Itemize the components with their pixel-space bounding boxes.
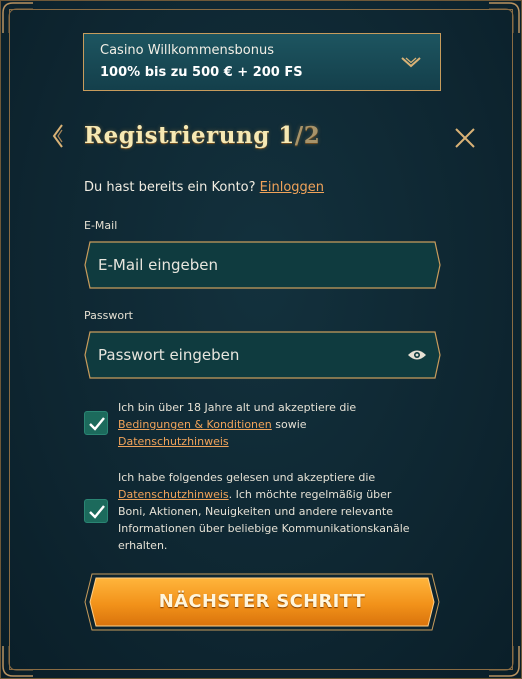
consent-marketing-text-before: Ich habe folgendes gelesen und akzeptier… xyxy=(118,471,376,484)
checkmark-icon xyxy=(89,417,105,431)
consent-age-text-mid: sowie xyxy=(271,418,307,431)
registration-modal: Casino Willkommensbonus 100% bis zu 500 … xyxy=(0,0,522,679)
bonus-offer: 100% bis zu 500 € + 200 FS xyxy=(100,65,303,80)
close-icon[interactable] xyxy=(453,126,477,150)
corner-ornament xyxy=(2,646,33,677)
checkmark-icon xyxy=(89,505,105,519)
next-step-button[interactable]: NÄCHSTER SCHRITT xyxy=(84,573,440,631)
eye-icon[interactable] xyxy=(407,347,427,363)
password-input[interactable] xyxy=(98,331,398,379)
bonus-title: Casino Willkommensbonus xyxy=(100,43,274,58)
email-label: E-Mail xyxy=(84,219,118,232)
privacy-link[interactable]: Datenschutzhinweis xyxy=(118,435,229,448)
corner-ornament xyxy=(2,2,33,33)
consent-age-checkbox[interactable] xyxy=(84,411,108,435)
login-prompt-text: Du hast bereits ein Konto? xyxy=(84,180,256,195)
consent-age-text-before: Ich bin über 18 Jahre alt und akzeptiere… xyxy=(118,401,357,414)
chevron-down-icon xyxy=(401,57,421,68)
terms-link[interactable]: Bedingungen & Konditionen xyxy=(118,418,272,431)
password-field-wrap xyxy=(84,331,441,379)
login-prompt: Du hast bereits ein Konto? Einloggen xyxy=(84,180,324,195)
title-step: /2 xyxy=(294,122,321,149)
login-link[interactable]: Einloggen xyxy=(260,180,324,195)
corner-ornament xyxy=(489,2,520,33)
consent-age-text: Ich bin über 18 Jahre alt und akzeptiere… xyxy=(118,399,418,450)
password-label: Passwort xyxy=(84,309,133,322)
page-title: Registrierung 1/2 xyxy=(84,122,320,149)
arrow-left-icon[interactable] xyxy=(51,123,67,149)
consent-marketing-text: Ich habe folgendes gelesen und akzeptier… xyxy=(118,469,418,554)
email-input[interactable] xyxy=(98,241,398,289)
next-step-label: NÄCHSTER SCHRITT xyxy=(158,591,366,612)
privacy-link-2[interactable]: Datenschutzhinweis xyxy=(118,488,229,501)
consent-marketing-checkbox[interactable] xyxy=(84,499,108,523)
bonus-selector[interactable]: Casino Willkommensbonus 100% bis zu 500 … xyxy=(83,33,441,91)
email-field-wrap xyxy=(84,241,441,289)
corner-ornament xyxy=(489,646,520,677)
title-main: Registrierung 1 xyxy=(84,122,295,149)
